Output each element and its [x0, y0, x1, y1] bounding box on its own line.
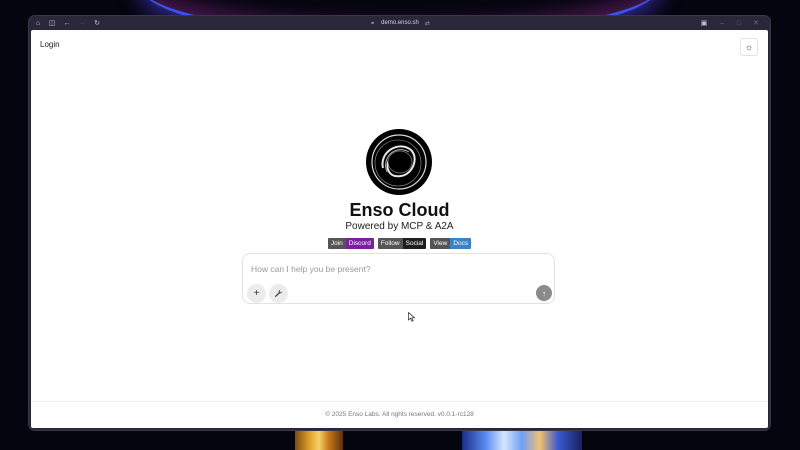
badge-left-label: Join: [327, 238, 346, 249]
badge-row: Join Discord Follow Social View Docs: [31, 238, 768, 249]
add-attachment-button[interactable]: +: [247, 284, 266, 303]
badge-right-label: Docs: [450, 238, 472, 249]
chat-composer: + ↑: [242, 253, 555, 304]
badge-right-label: Social: [402, 238, 427, 249]
plus-icon: +: [253, 288, 260, 299]
sun-icon: ☼: [744, 42, 754, 52]
home-icon[interactable]: ⌂: [33, 18, 43, 28]
wallpaper-glow-left: [295, 428, 343, 450]
footer-divider: [31, 401, 768, 402]
reload-icon[interactable]: ↻: [92, 18, 102, 28]
login-link[interactable]: Login: [40, 40, 60, 49]
arrow-up-icon: ↑: [542, 288, 546, 298]
send-button[interactable]: ↑: [536, 285, 552, 301]
back-arrow-icon[interactable]: ←: [62, 18, 72, 28]
web-page: Login ☼ Enso Cloud Powered by MCP & A2A …: [31, 30, 768, 428]
close-icon[interactable]: ✕: [751, 18, 761, 28]
theme-toggle-button[interactable]: ☼: [740, 38, 758, 56]
url-text: demo.enso.sh: [381, 20, 419, 26]
tools-button[interactable]: [269, 284, 288, 303]
minimize-icon[interactable]: –: [717, 18, 727, 28]
footer-copyright: © 2025 Enso Labs. All rights reserved. v…: [325, 411, 474, 418]
sidebar-icon[interactable]: ◫: [47, 18, 57, 28]
address-bar[interactable]: ⚭ demo.enso.sh ⇄: [345, 18, 455, 28]
badge-left-label: Follow: [377, 238, 403, 249]
browser-toolbar: ⌂ ◫ ← → ↻ ⚭ demo.enso.sh ⇄ ▣ – □ ✕: [29, 16, 770, 30]
mouse-cursor-icon: [408, 312, 416, 322]
forward-arrow-icon[interactable]: →: [77, 18, 87, 28]
extensions-icon[interactable]: ▣: [699, 18, 709, 28]
page-title: Enso Cloud: [349, 200, 450, 220]
link-icon: ⚭: [370, 20, 376, 27]
docs-badge[interactable]: View Docs: [430, 238, 472, 249]
browser-window: ⌂ ◫ ← → ↻ ⚭ demo.enso.sh ⇄ ▣ – □ ✕ Login…: [29, 16, 770, 430]
maximize-icon[interactable]: □: [734, 18, 744, 28]
sync-icon[interactable]: ⇄: [425, 20, 430, 27]
wallpaper-glow-right: [462, 428, 582, 450]
badge-right-label: Discord: [345, 238, 374, 249]
page-subtitle: Powered by MCP & A2A: [345, 221, 454, 232]
chat-input[interactable]: [251, 262, 541, 276]
enso-logo: [366, 129, 432, 195]
badge-left-label: View: [430, 238, 451, 249]
wrench-icon: [274, 289, 283, 298]
discord-badge[interactable]: Join Discord: [327, 238, 374, 249]
social-badge[interactable]: Follow Social: [377, 238, 427, 249]
